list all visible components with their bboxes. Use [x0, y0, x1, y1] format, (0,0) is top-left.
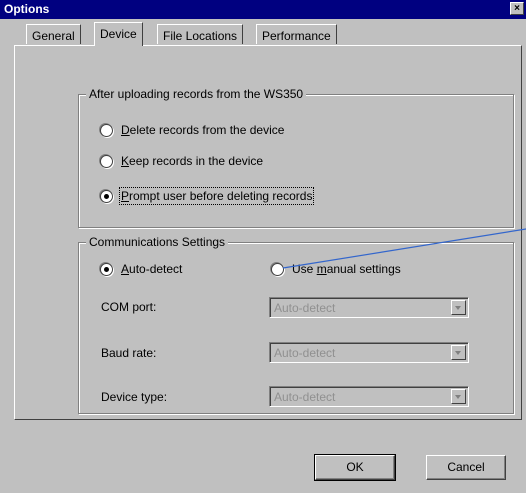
manual-settings-radio[interactable]: Use manual settings: [271, 262, 401, 276]
title-bar: Options ×: [0, 0, 526, 19]
com-port-value: Auto-detect: [274, 301, 336, 315]
ok-button[interactable]: OK: [314, 454, 396, 481]
com-port-select[interactable]: Auto-detect: [269, 297, 469, 318]
tab-file-locations-label: File Locations: [163, 29, 238, 43]
upload-group-legend: After uploading records from the WS350: [86, 87, 307, 101]
cancel-button[interactable]: Cancel: [426, 455, 506, 480]
chevron-down-icon[interactable]: [451, 345, 466, 360]
device-type-select[interactable]: Auto-detect: [269, 386, 469, 407]
radio-button[interactable]: [100, 154, 113, 168]
radio-button[interactable]: [271, 262, 284, 276]
delete-records-radio[interactable]: Delete records from the device: [100, 123, 284, 137]
keep-records-label: Keep records in the device: [121, 154, 264, 168]
baud-rate-select[interactable]: Auto-detect: [269, 342, 469, 363]
chevron-down-icon[interactable]: [451, 300, 466, 315]
prompt-user-label: Prompt user before deleting records: [118, 187, 315, 205]
window-title: Options: [4, 2, 50, 16]
device-type-label: Device type:: [101, 390, 168, 404]
close-button[interactable]: ×: [510, 2, 524, 15]
tab-device-label: Device: [100, 27, 137, 41]
comm-group-legend: Communications Settings: [86, 235, 229, 249]
radio-button-checked[interactable]: [100, 189, 113, 203]
radio-button[interactable]: [100, 123, 113, 137]
tab-performance[interactable]: Performance: [256, 24, 337, 44]
auto-detect-radio[interactable]: Auto-detect: [100, 262, 182, 276]
prompt-user-radio[interactable]: Prompt user before deleting records: [100, 187, 315, 205]
tab-file-locations[interactable]: File Locations: [157, 24, 244, 44]
radio-button-checked[interactable]: [100, 262, 113, 276]
baud-rate-value: Auto-detect: [274, 346, 336, 360]
tab-general[interactable]: General: [26, 24, 81, 44]
delete-records-label: Delete records from the device: [121, 123, 285, 137]
tab-general-label: General: [32, 29, 75, 43]
chevron-down-icon[interactable]: [451, 389, 466, 404]
device-type-value: Auto-detect: [274, 390, 336, 404]
auto-detect-label: Auto-detect: [121, 262, 183, 276]
manual-settings-label: Use manual settings: [292, 262, 401, 276]
keep-records-radio[interactable]: Keep records in the device: [100, 154, 263, 168]
tab-device[interactable]: Device: [94, 22, 143, 46]
close-icon: ×: [514, 3, 520, 14]
tab-performance-label: Performance: [262, 29, 331, 43]
baud-rate-label: Baud rate:: [101, 346, 157, 360]
com-port-label: COM port:: [101, 300, 157, 314]
